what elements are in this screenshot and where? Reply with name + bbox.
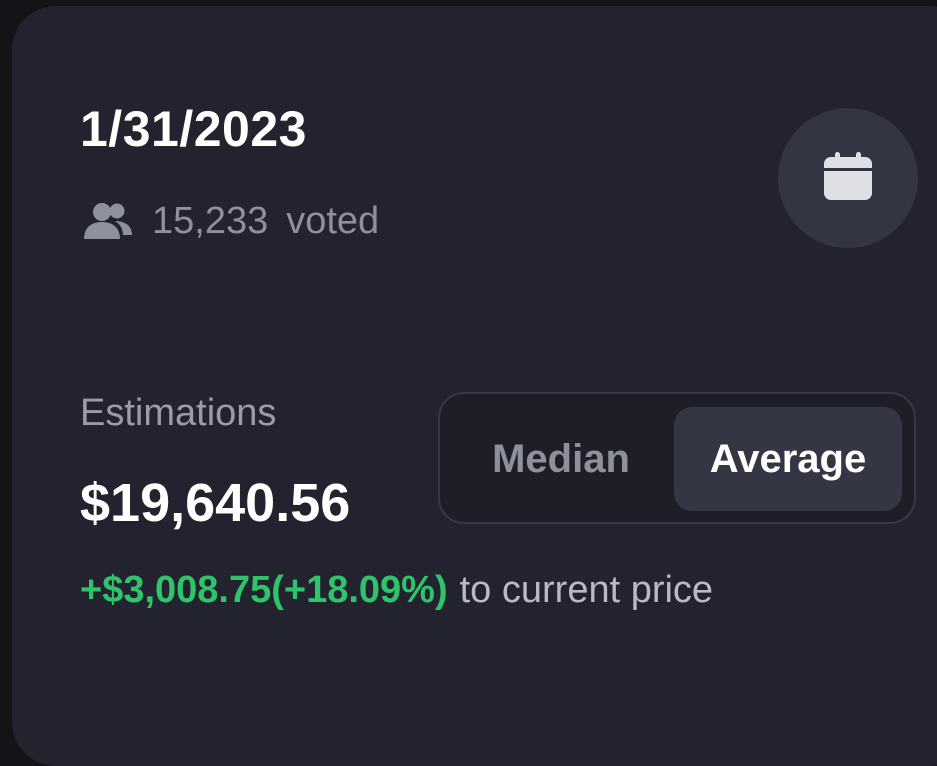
voted-summary: 15,233 voted	[82, 198, 379, 244]
calendar-icon	[822, 151, 874, 206]
voted-label: voted	[286, 200, 380, 242]
estimations-label: Estimations	[80, 392, 277, 434]
average-option[interactable]: Average	[674, 407, 902, 511]
calendar-button[interactable]	[778, 108, 918, 248]
median-option[interactable]: Median	[450, 407, 672, 511]
estimation-value: $19,640.56	[80, 473, 351, 533]
voted-count: 15,233	[152, 200, 269, 242]
price-change-suffix: to current price	[459, 569, 714, 611]
price-change-amount: +$3,008.75(+18.09%)	[80, 569, 448, 611]
estimation-mode-toggle: Median Average	[438, 392, 916, 524]
prediction-date: 1/31/2023	[80, 101, 307, 157]
price-change: +$3,008.75(+18.09%) to current price	[80, 571, 713, 609]
users-icon	[82, 198, 134, 244]
estimation-card: 1/31/2023 15,233 voted Estimations $19,6…	[12, 6, 937, 766]
